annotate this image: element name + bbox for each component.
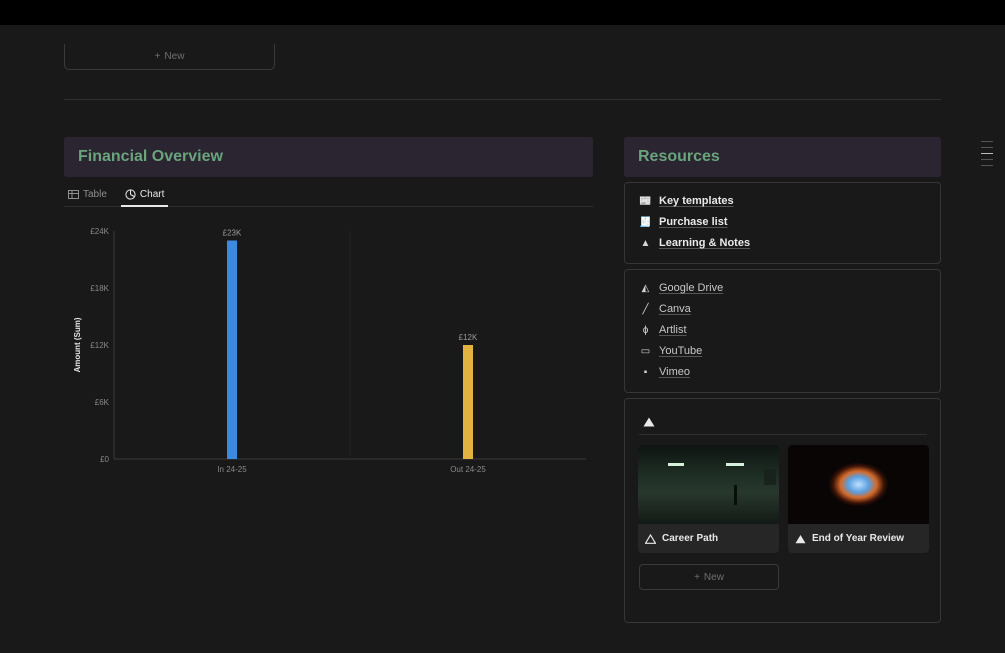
y-axis-label: Amount (Sum) [73,317,82,372]
data-label: £23K [223,229,242,238]
x-tick-label: Out 24-25 [450,465,486,474]
y-tick-label: £0 [100,455,109,464]
room-image [638,445,779,524]
plus-icon: + [694,571,700,583]
x-tick-label: In 24-25 [217,465,247,474]
tool-link-label: Canva [659,303,691,315]
tool-links-card: ◭ Google Drive ╱ Canva ɸ Artlist ▭ YouTube ▪ Vime… [624,269,941,393]
tool-link[interactable]: ◭ Google Drive [639,280,926,296]
outline-line[interactable] [981,165,993,166]
y-tick-label: £6K [95,398,110,407]
tool-links-list: ◭ Google Drive ╱ Canva ɸ Artlist ▭ YouTube ▪ Vime… [625,270,940,390]
outline-line-current[interactable] [981,153,993,154]
bar-out-24-25 [463,345,473,459]
card-label: Career Path [638,524,779,553]
camera-icon: ▪ [643,366,648,378]
tool-link[interactable]: ▪ Vimeo [639,364,926,380]
view-tabs: Table Chart [64,183,593,207]
tool-link[interactable]: ▭ YouTube [639,343,926,359]
artlist-icon: ɸ [642,324,649,336]
primary-links-card: 📰 Key templates 🧾 Purchase list ▲ Learning & … [624,182,941,264]
monitor-icon: ▭ [640,345,651,357]
y-tick-label: £12K [90,341,109,350]
tool-link[interactable]: ╱ Canva [639,301,926,317]
primary-link-label: Purchase list [659,216,728,228]
new-item-button[interactable]: + New [64,44,275,70]
outline-line[interactable] [981,141,993,142]
newspaper-icon: 📰 [639,195,652,207]
card-title: End of Year Review [812,533,905,544]
y-tick-label: £24K [90,227,109,236]
new-item-label: New [164,51,185,62]
gallery-card-container: Career Path End of Year Review + New [624,398,941,623]
primary-link[interactable]: 📰 Key templates [639,193,926,209]
triangle-icon: ▲ [640,237,651,249]
gallery-card-end-of-year-review[interactable]: End of Year Review [788,445,929,553]
bar-chart: £0 £6K £12K £18K £24K Amount (Sum) £23K In 24-2… [64,217,594,482]
primary-link[interactable]: 🧾 Purchase list [639,214,926,230]
primary-links-list: 📰 Key templates 🧾 Purchase list ▲ Learning & … [625,183,940,261]
pencil-icon: ╱ [642,303,649,315]
triangle-outline-icon [645,533,656,544]
resources-header: Resources [624,137,941,177]
section-divider [64,99,941,100]
tool-link[interactable]: ɸ Artlist [639,322,926,338]
card-label: End of Year Review [788,524,929,553]
tab-chart[interactable]: Chart [120,183,169,207]
resources-title: Resources [638,148,720,165]
nebula-image [788,445,929,524]
outline-line[interactable] [981,147,993,148]
tool-link-label: Vimeo [659,366,690,378]
tool-link-label: Artlist [659,324,687,336]
primary-link-label: Learning & Notes [659,237,751,249]
outline-line[interactable] [981,159,993,160]
gallery-new-label: New [703,571,724,583]
primary-link[interactable]: ▲ Learning & Notes [639,235,926,251]
card-title: Career Path [662,533,719,544]
receipt-icon: 🧾 [639,216,652,228]
tool-link-label: Google Drive [659,282,724,294]
financial-overview-title: Financial Overview [78,148,223,165]
financial-overview-header: Financial Overview [64,137,593,177]
google-drive-icon: ◭ [641,282,650,294]
data-label: £12K [459,333,478,342]
bar-in-24-25 [227,240,237,459]
y-tick-label: £18K [90,284,109,293]
tab-chart-label: Chart [139,188,165,200]
tab-table[interactable]: Table [64,183,111,206]
primary-link-label: Key templates [659,195,734,207]
table-icon [68,190,79,199]
gallery-new-button[interactable]: + New [639,564,779,590]
top-black-bar [0,0,1005,25]
chart-icon [125,188,136,200]
gallery-card-career-path[interactable]: Career Path [638,445,779,553]
tab-table-label: Table [83,189,107,200]
plus-icon: + [154,51,161,62]
page-outline[interactable] [981,141,993,166]
tool-link-label: YouTube [659,345,703,357]
triangle-icon [795,534,806,543]
gallery-header [639,413,927,435]
triangle-icon [643,417,655,427]
